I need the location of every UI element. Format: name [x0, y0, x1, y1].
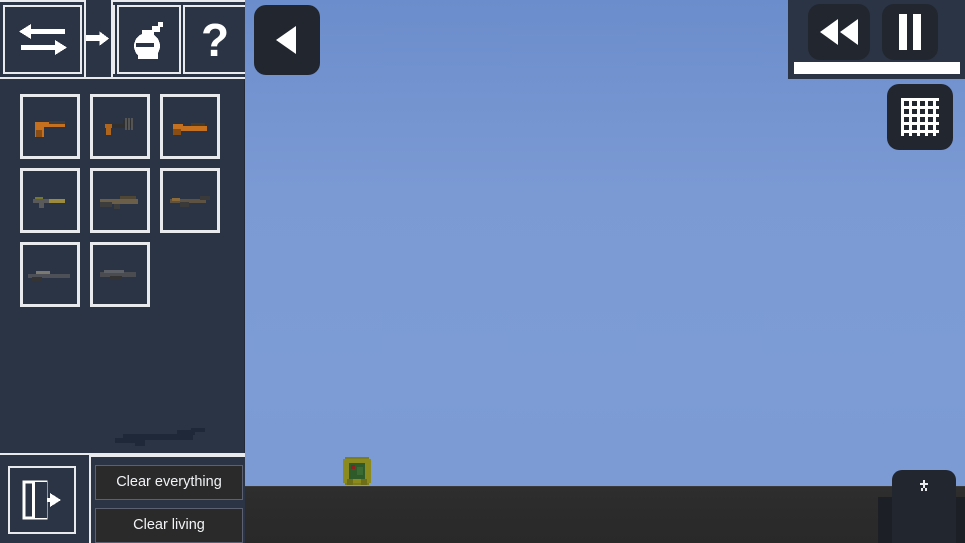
- toolbar-button-explosives[interactable]: [117, 5, 181, 74]
- weapon-slot-sawed-off[interactable]: [160, 94, 220, 159]
- collapse-panel-button[interactable]: [254, 5, 320, 75]
- swap-arrows-icon: [18, 23, 67, 55]
- weapon-grid: [20, 94, 230, 307]
- smg-icon: [105, 117, 133, 135]
- clear-button-group: Clear everything Clear living: [89, 455, 245, 543]
- triangle-left-icon: [276, 26, 296, 54]
- toolbar-divider-2: [113, 5, 115, 74]
- grid-icon: [901, 98, 939, 136]
- clear-living-button[interactable]: Clear living: [95, 508, 243, 543]
- carbine-icon: [33, 196, 65, 208]
- sniper-icon: [28, 270, 70, 281]
- weapon-slot-smg[interactable]: [90, 94, 150, 159]
- exit-door-icon: [22, 480, 61, 520]
- rewind-icon: [820, 19, 858, 45]
- bottom-drawer-tab[interactable]: [892, 470, 956, 543]
- sawed-off-icon: [173, 122, 207, 135]
- toolbar-divider-3: [179, 5, 181, 74]
- toolbar-button-next[interactable]: [86, 0, 113, 79]
- arrow-right-icon: [86, 30, 110, 46]
- sidebar-toolbar: ?: [0, 0, 245, 79]
- sidebar-bottom-panel: Clear everything Clear living: [0, 453, 245, 543]
- lmg-icon: [100, 269, 136, 280]
- shotgun-icon: [170, 195, 210, 207]
- pause-icon: [899, 14, 921, 50]
- timeline-slider[interactable]: [794, 62, 960, 74]
- rifle-icon: [100, 195, 138, 209]
- weapon-slot-carbine[interactable]: [20, 168, 80, 233]
- anchor-icon: [920, 480, 928, 491]
- exit-button[interactable]: [8, 466, 76, 534]
- spawned-entity[interactable]: [341, 455, 373, 487]
- weapon-slot-shotgun[interactable]: [160, 168, 220, 233]
- svg-text:?: ?: [201, 16, 229, 64]
- grenade-icon: [134, 21, 163, 59]
- weapon-slot-rifle[interactable]: [90, 168, 150, 233]
- toolbar-bottom-rule: [0, 77, 245, 79]
- grid-toggle-button[interactable]: [887, 84, 953, 150]
- pause-button[interactable]: [882, 4, 938, 60]
- playback-panel: [788, 0, 965, 79]
- toolbar-button-swap[interactable]: [3, 5, 82, 74]
- toolbar-top-rule: [0, 0, 245, 2]
- weapon-slot-sniper[interactable]: [20, 242, 80, 307]
- pistol-icon: [35, 120, 65, 137]
- toolbar-button-help[interactable]: ?: [183, 5, 245, 74]
- weapon-slot-lmg[interactable]: [90, 242, 150, 307]
- weapon-preview-image: [115, 428, 205, 446]
- clear-everything-button[interactable]: Clear everything: [95, 465, 243, 500]
- rewind-button[interactable]: [808, 4, 870, 60]
- question-mark-icon: ?: [201, 16, 229, 64]
- weapon-slot-pistol[interactable]: [20, 94, 80, 159]
- weapon-sidebar: ? Clear everything Clear living: [0, 0, 245, 543]
